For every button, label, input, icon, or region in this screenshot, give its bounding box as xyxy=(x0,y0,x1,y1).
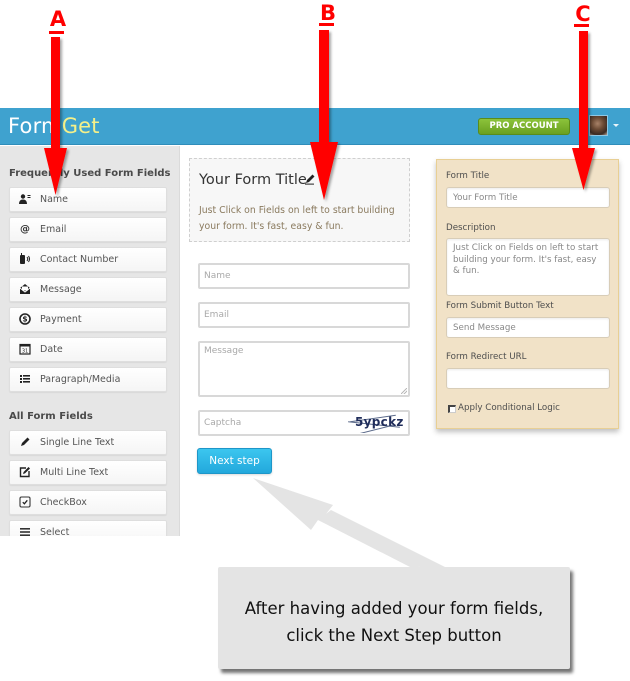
placeholder-text: Captcha xyxy=(204,418,242,428)
field-button-payment[interactable]: $ Payment xyxy=(9,307,167,332)
instruction-callout: After having added your form fields, cli… xyxy=(218,567,570,669)
callout-line-2: click the Next Step button xyxy=(286,626,502,645)
form-preview-description: Just Click on Fields on left to start bu… xyxy=(199,205,395,232)
account-dropdown-caret-icon[interactable] xyxy=(613,124,619,127)
field-button-email[interactable]: @ Email xyxy=(9,217,167,242)
edit-title-pencil-icon[interactable] xyxy=(304,173,316,185)
user-avatar[interactable] xyxy=(589,115,608,136)
callout-line-1: After having added your form fields, xyxy=(244,599,544,618)
submit-button-text-label: Form Submit Button Text xyxy=(446,301,554,311)
fields-sidebar: Frequently Used Form Fields Name @ Email… xyxy=(0,146,180,536)
at-sign-icon: @ xyxy=(20,224,30,235)
field-button-single-line-text[interactable]: Single Line Text xyxy=(9,430,167,455)
placeholder-text: Email xyxy=(204,310,229,320)
frequent-fields-heading: Frequently Used Form Fields xyxy=(9,168,171,179)
field-button-label: Date xyxy=(40,344,63,355)
placeholder-text: Send Message xyxy=(453,323,516,333)
field-button-label: Single Line Text xyxy=(40,437,115,448)
submit-button-text-input[interactable]: Send Message xyxy=(446,317,610,338)
field-button-select[interactable]: Select xyxy=(9,520,167,536)
field-button-multi-line-text[interactable]: Multi Line Text xyxy=(9,460,167,485)
captcha-code: 5ypckz xyxy=(355,415,404,429)
preview-message-textarea[interactable]: Message xyxy=(198,341,410,397)
marker-underline-b xyxy=(319,23,334,26)
dollar-icon: $ xyxy=(19,313,31,326)
field-button-label: Payment xyxy=(40,314,82,325)
field-button-paragraph-media[interactable]: Paragraph/Media xyxy=(9,367,167,392)
field-button-label: Email xyxy=(40,224,67,235)
checkbox-icon xyxy=(19,496,31,509)
edit-box-icon xyxy=(19,466,31,479)
field-button-date[interactable]: 31 Date xyxy=(9,337,167,362)
preview-name-input[interactable]: Name xyxy=(198,263,410,289)
field-button-checkbox[interactable]: CheckBox xyxy=(9,490,167,515)
field-button-label: Message xyxy=(40,284,82,295)
captcha-image: 5ypckz xyxy=(342,413,404,433)
form-preview-title[interactable]: Your Form Title xyxy=(199,172,307,188)
marker-letter-b: B xyxy=(319,1,336,25)
marker-underline-c xyxy=(574,24,589,27)
placeholder-text: Name xyxy=(204,271,231,281)
preview-email-input[interactable]: Email xyxy=(198,302,410,328)
user-card-icon xyxy=(19,193,31,206)
marker-letter-a: A xyxy=(49,7,67,31)
paragraph-list-icon xyxy=(19,373,31,386)
form-preview-header[interactable]: Your Form Title Just Click on Fields on … xyxy=(189,158,410,242)
envelope-icon xyxy=(19,283,31,296)
field-button-label: Multi Line Text xyxy=(40,467,109,478)
all-fields-heading: All Form Fields xyxy=(9,411,93,422)
redirect-url-input[interactable] xyxy=(446,368,610,389)
field-button-message[interactable]: Message xyxy=(9,277,167,302)
form-settings-panel: Form Title Your Form Title Description J… xyxy=(436,159,619,429)
conditional-logic-checkbox[interactable] xyxy=(448,405,456,413)
field-button-contact-number[interactable]: Contact Number xyxy=(9,247,167,272)
marker-letter-c: C xyxy=(575,2,591,26)
placeholder-text: Message xyxy=(204,346,244,356)
description-text: Just Click on Fields on left to start bu… xyxy=(453,243,599,276)
svg-text:31: 31 xyxy=(22,349,28,355)
list-lines-icon xyxy=(19,526,31,536)
redirect-url-label: Form Redirect URL xyxy=(446,352,527,362)
field-button-label: Name xyxy=(40,194,69,205)
calendar-icon: 31 xyxy=(19,343,31,356)
marker-underline-a xyxy=(49,31,64,34)
top-navbar: FormGet PRO ACCOUNT xyxy=(0,108,630,145)
field-button-label: CheckBox xyxy=(40,497,87,508)
placeholder-text: Your Form Title xyxy=(453,193,518,203)
description-label: Description xyxy=(446,223,496,233)
preview-captcha-input[interactable]: Captcha 5ypckz xyxy=(198,410,410,436)
logo-text-get: Get xyxy=(61,114,100,138)
description-textarea[interactable]: Just Click on Fields on left to start bu… xyxy=(446,238,610,296)
field-button-name[interactable]: Name xyxy=(9,187,167,212)
form-title-label: Form Title xyxy=(446,171,490,181)
formget-logo[interactable]: FormGet xyxy=(8,114,100,138)
next-step-button[interactable]: Next step xyxy=(197,448,272,474)
logo-text-form: Form xyxy=(8,114,62,138)
phone-icon xyxy=(19,253,31,266)
callout-text: After having added your form fields, cli… xyxy=(218,595,570,649)
field-button-label: Select xyxy=(40,527,70,536)
form-title-input[interactable]: Your Form Title xyxy=(446,187,610,208)
conditional-logic-label[interactable]: Apply Conditional Logic xyxy=(458,403,560,413)
field-button-label: Contact Number xyxy=(40,254,119,265)
field-button-label: Paragraph/Media xyxy=(40,374,121,385)
svg-text:$: $ xyxy=(22,315,27,324)
formget-app: FormGet PRO ACCOUNT Frequently Used Form… xyxy=(0,108,630,536)
pro-account-button[interactable]: PRO ACCOUNT xyxy=(478,118,570,135)
textarea-resize-grip[interactable] xyxy=(401,388,407,394)
pencil-icon xyxy=(19,436,31,449)
